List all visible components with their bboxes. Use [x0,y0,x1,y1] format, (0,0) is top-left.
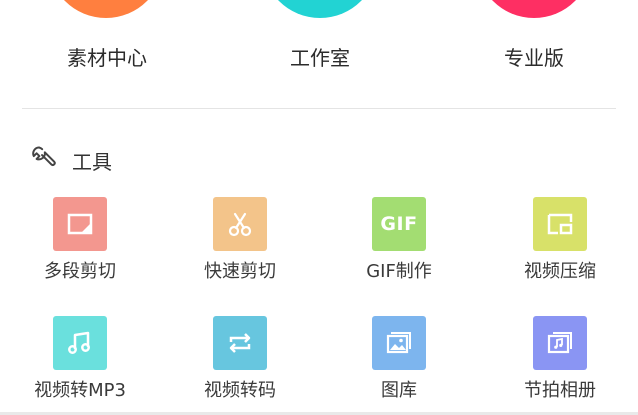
section-title: 工具 [72,149,112,174]
tool-label: 视频转码 [204,380,276,401]
music-note-icon [53,316,107,370]
tool-label: 视频转MP3 [34,380,126,401]
studio-icon [262,0,378,18]
wrench-icon [30,144,58,176]
beat-album-icon [533,316,587,370]
transcode-icon [213,316,267,370]
top-feature-label: 专业版 [504,46,564,70]
tool-video-transcode[interactable]: 视频转码 [170,316,310,402]
tool-label: 视频压缩 [524,261,596,282]
compress-icon [533,197,587,251]
pro-version-icon [476,0,592,18]
tool-multi-cut[interactable]: 多段剪切 [10,197,150,283]
tool-video-to-mp3[interactable]: 视频转MP3 [10,316,150,402]
top-feature-label: 工作室 [290,46,350,70]
material-center-icon [48,0,164,18]
tool-quick-cut[interactable]: 快速剪切 [170,197,310,283]
tool-video-compress[interactable]: 视频压缩 [490,197,630,283]
gallery-icon [372,316,426,370]
scissors-icon [213,197,267,251]
tool-label: 快速剪切 [204,261,276,282]
tool-beat-album[interactable]: 节拍相册 [490,316,630,402]
tool-gallery[interactable]: 图库 [329,316,469,402]
tool-label: 图库 [381,380,417,401]
multi-cut-icon [53,197,107,251]
top-feature-label: 素材中心 [67,46,147,70]
tools-section-header: 工具 [30,145,112,175]
tool-label: GIF制作 [366,261,432,282]
gif-icon: GIF [372,197,426,251]
tool-label: 多段剪切 [44,261,116,282]
section-divider [22,108,616,109]
tool-label: 节拍相册 [524,380,596,401]
tool-gif-maker[interactable]: GIF GIF制作 [329,197,469,283]
